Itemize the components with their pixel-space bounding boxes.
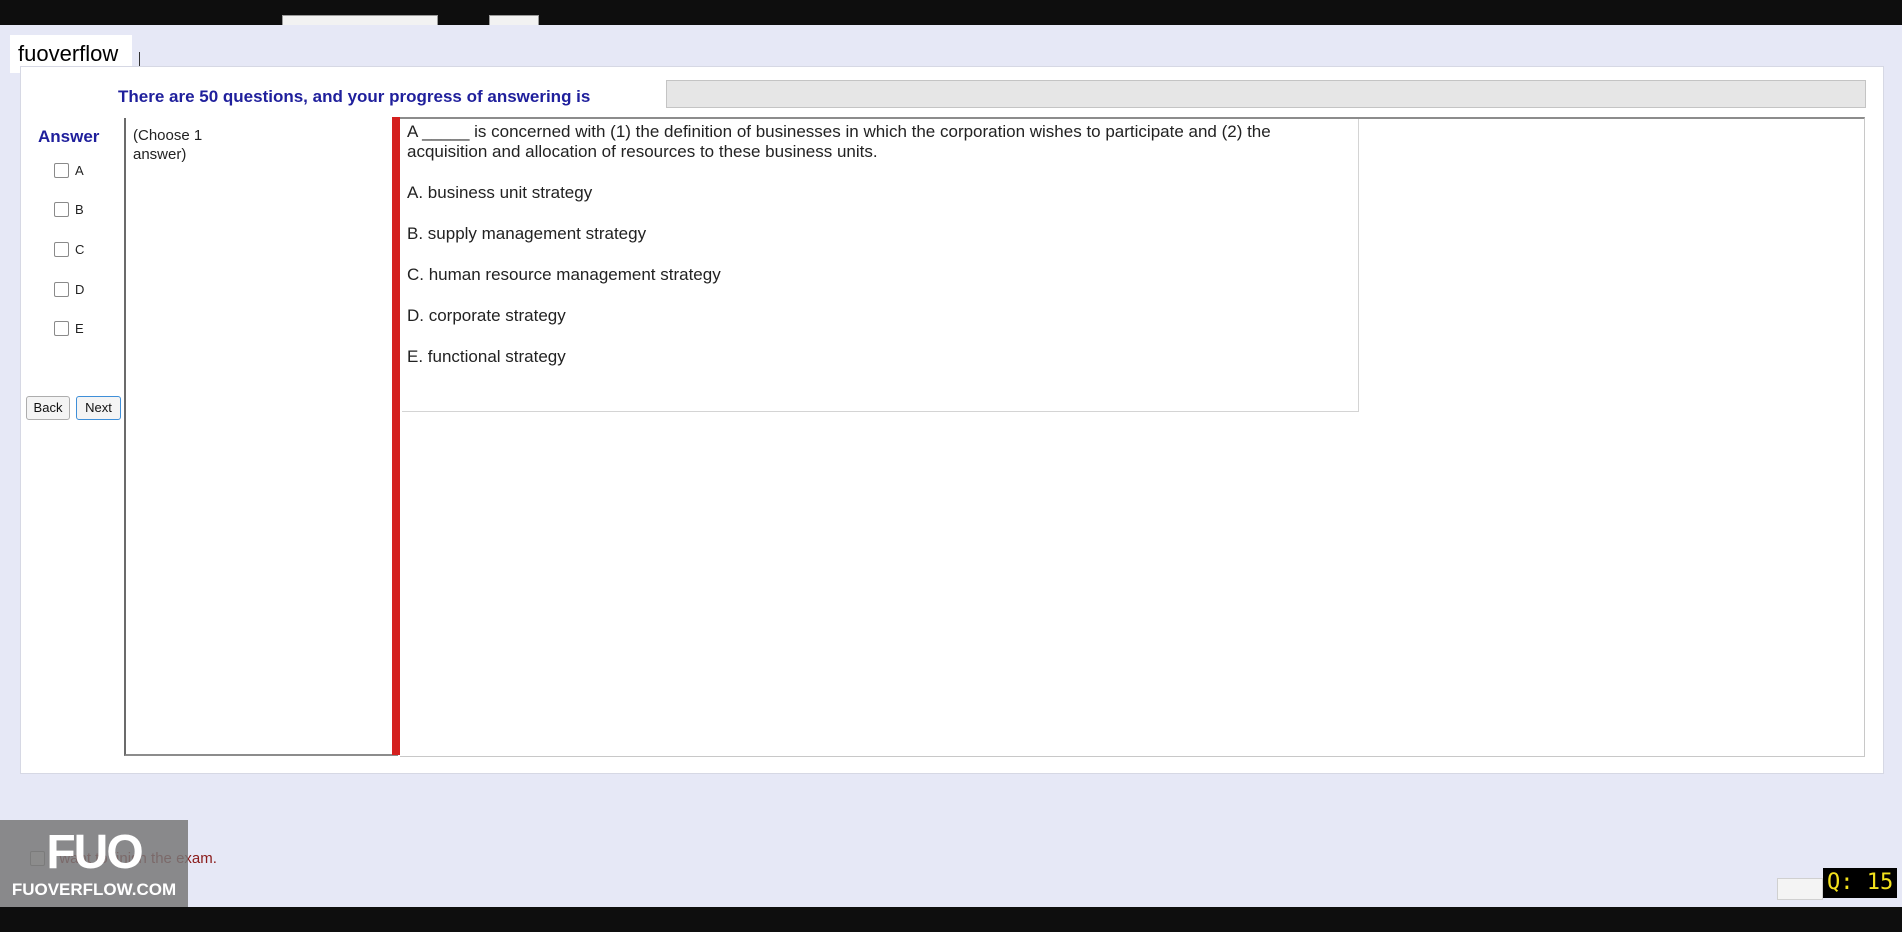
top-small-field[interactable] (489, 15, 539, 25)
instruction-column (124, 118, 398, 756)
checkbox-a[interactable] (54, 162, 69, 178)
question-text: A _____ is concerned with (1) the defini… (407, 122, 1271, 161)
question-choice-c: C. human resource management strategy (407, 265, 721, 284)
answer-option-c-label: C (75, 241, 85, 257)
splitter-divider[interactable] (392, 117, 400, 755)
answer-option-d[interactable]: D (54, 280, 84, 298)
question-choice-a: A. business unit strategy (407, 183, 593, 202)
logo-mark: FUO (46, 826, 143, 879)
checkbox-b[interactable] (54, 201, 69, 217)
checkbox-d[interactable] (54, 281, 69, 297)
back-button[interactable]: Back (26, 396, 70, 420)
answer-option-e-label: E (75, 320, 84, 336)
choose-instruction: (Choose 1 answer) (133, 127, 203, 163)
answer-option-c[interactable]: C (54, 240, 84, 258)
next-button[interactable]: Next (76, 396, 121, 420)
faint-control (1777, 878, 1823, 900)
logo-site-name: FUOVERFLOW.COM (11, 880, 177, 899)
checkbox-c[interactable] (54, 241, 69, 257)
answer-option-e[interactable]: E (54, 319, 84, 337)
answer-option-a-label: A (75, 162, 84, 178)
question-choice-d: D. corporate strategy (407, 306, 566, 325)
video-top-bar (0, 0, 1902, 25)
video-bottom-bar (0, 907, 1902, 932)
answer-option-b[interactable]: B (54, 200, 84, 218)
question-choice-e: E. functional strategy (407, 347, 566, 366)
answer-option-d-label: D (75, 281, 85, 297)
question-counter: Q: 15 (1823, 868, 1898, 898)
answer-option-b-label: B (75, 201, 84, 217)
question-choice-b: B. supply management strategy (407, 224, 647, 243)
top-dropdown[interactable] (282, 15, 438, 25)
fuoverflow-watermark-logo: FUO FUOVERFLOW.COM (0, 820, 188, 907)
progress-label: There are 50 questions, and your progres… (118, 87, 591, 106)
checkbox-e[interactable] (54, 320, 69, 336)
answer-option-a[interactable]: A (54, 161, 84, 179)
answer-heading: Answer (38, 127, 100, 146)
progress-bar (666, 80, 1866, 108)
